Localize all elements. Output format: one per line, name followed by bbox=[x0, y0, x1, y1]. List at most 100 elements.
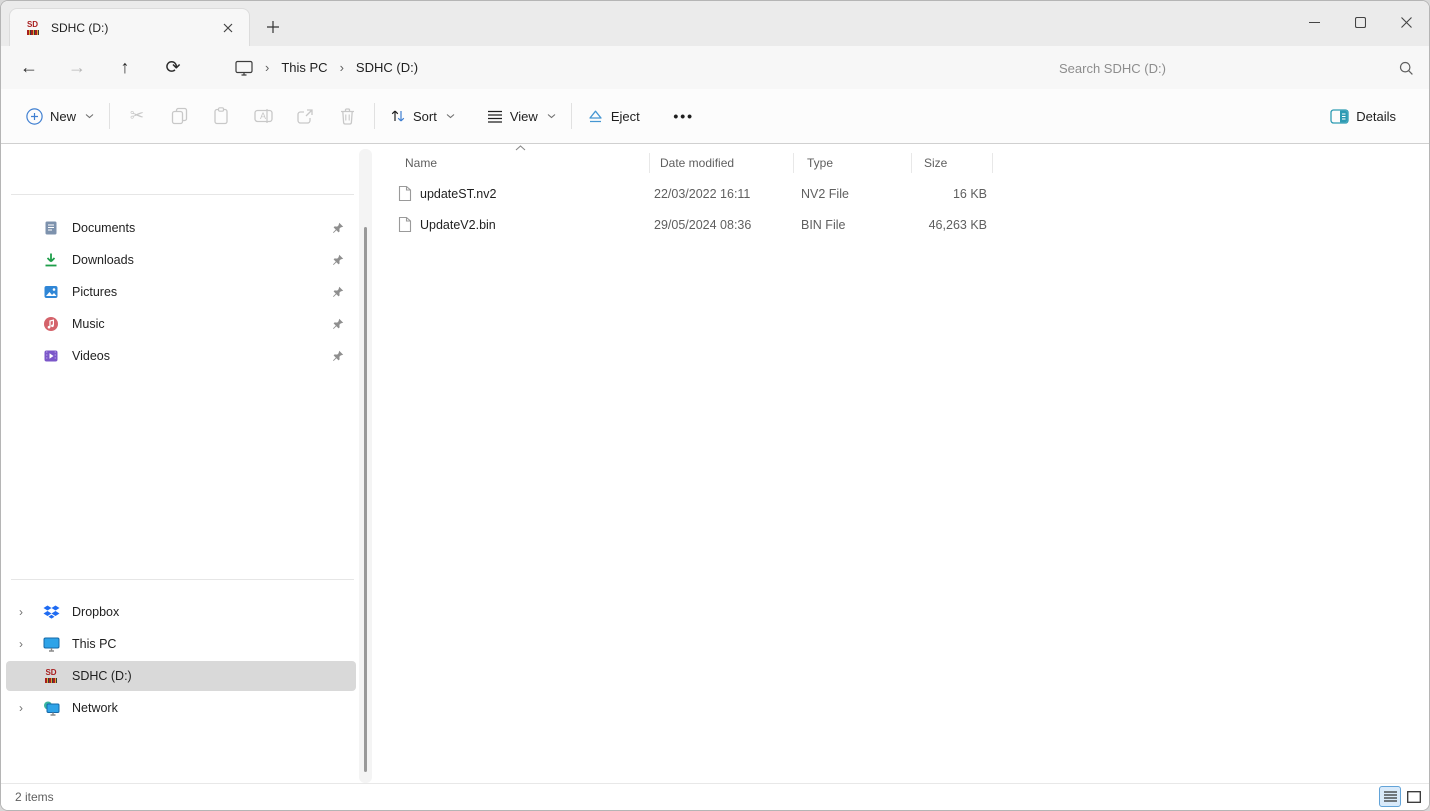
sidebar-item-label: This PC bbox=[72, 637, 356, 651]
pin-icon bbox=[332, 350, 344, 362]
sort-arrows-icon bbox=[390, 108, 406, 124]
breadcrumb-current[interactable]: SDHC (D:) bbox=[348, 56, 426, 79]
file-list-pane: Name Date modified Type Size updateST.nv… bbox=[381, 145, 1429, 783]
file-icon bbox=[398, 216, 412, 233]
sidebar-item-label: Network bbox=[72, 701, 356, 715]
minimize-button[interactable] bbox=[1291, 1, 1337, 43]
file-date-modified: 29/05/2024 08:36 bbox=[654, 218, 751, 232]
navigation-bar: ← → ↑ ⟳ › This PC › SDHC (D:) bbox=[1, 46, 1429, 89]
maximize-button[interactable] bbox=[1337, 1, 1383, 43]
sidebar-item-documents[interactable]: Documents bbox=[6, 213, 356, 243]
this-pc-icon[interactable] bbox=[227, 56, 261, 80]
tab-sdhc[interactable]: SD SDHC (D:) bbox=[9, 8, 250, 46]
sidebar-item-this-pc[interactable]: › This PC bbox=[6, 629, 356, 659]
sidebar-item-videos[interactable]: Videos bbox=[6, 341, 356, 371]
music-icon bbox=[36, 316, 66, 332]
share-button[interactable] bbox=[284, 98, 326, 134]
sidebar-item-dropbox[interactable]: › Dropbox bbox=[6, 597, 356, 627]
eject-icon bbox=[587, 109, 604, 124]
eject-button[interactable]: Eject bbox=[578, 98, 649, 134]
chevron-down-icon bbox=[85, 113, 94, 119]
sidebar-item-network[interactable]: › Network bbox=[6, 693, 356, 723]
pin-icon bbox=[332, 222, 344, 234]
breadcrumb-chevron-icon[interactable]: › bbox=[336, 60, 348, 75]
sidebar-item-pictures[interactable]: Pictures bbox=[6, 277, 356, 307]
copy-button[interactable] bbox=[158, 98, 200, 134]
command-bar: New ✂ A Sort View Eject ••• Details bbox=[1, 89, 1429, 144]
pin-icon bbox=[332, 318, 344, 330]
column-header-name[interactable]: Name bbox=[399, 149, 649, 177]
back-button[interactable]: ← bbox=[11, 51, 47, 85]
window-controls bbox=[1291, 1, 1429, 43]
documents-icon bbox=[36, 220, 66, 236]
this-pc-icon bbox=[36, 637, 66, 652]
sidebar-scrollbar-thumb[interactable] bbox=[364, 227, 367, 772]
view-button[interactable]: View bbox=[478, 98, 565, 134]
sidebar-item-downloads[interactable]: Downloads bbox=[6, 245, 356, 275]
refresh-button[interactable]: ⟳ bbox=[155, 51, 191, 85]
new-tab-button[interactable] bbox=[261, 15, 285, 39]
toolbar-divider bbox=[571, 103, 572, 129]
details-pane-label: Details bbox=[1356, 109, 1396, 124]
paste-button[interactable] bbox=[200, 98, 242, 134]
forward-button[interactable]: → bbox=[59, 51, 95, 85]
see-more-button[interactable]: ••• bbox=[663, 98, 705, 134]
column-divider[interactable] bbox=[992, 153, 993, 173]
tab-title: SDHC (D:) bbox=[51, 21, 217, 35]
sidebar-item-label: SDHC (D:) bbox=[72, 669, 356, 683]
share-icon bbox=[296, 108, 314, 125]
column-divider[interactable] bbox=[793, 153, 794, 173]
details-pane-icon bbox=[1330, 109, 1349, 124]
rename-button[interactable]: A bbox=[242, 98, 284, 134]
sidebar-item-label: Dropbox bbox=[72, 605, 356, 619]
up-button[interactable]: ↑ bbox=[107, 51, 143, 85]
sidebar-item-sdhc[interactable]: SD SDHC (D:) bbox=[6, 661, 356, 691]
eject-button-label: Eject bbox=[611, 109, 640, 124]
close-button[interactable] bbox=[1383, 1, 1429, 43]
search-input[interactable] bbox=[1059, 61, 1399, 76]
pin-icon bbox=[332, 286, 344, 298]
details-pane-button[interactable]: Details bbox=[1321, 98, 1405, 134]
cut-button[interactable]: ✂ bbox=[116, 98, 158, 134]
search-icon[interactable] bbox=[1399, 61, 1414, 76]
file-type: NV2 File bbox=[801, 187, 849, 201]
sd-card-icon: SD bbox=[24, 19, 41, 36]
column-divider[interactable] bbox=[911, 153, 912, 173]
dropbox-icon bbox=[36, 605, 66, 620]
expand-chevron-icon[interactable]: › bbox=[6, 701, 36, 715]
column-header-type[interactable]: Type bbox=[801, 149, 906, 177]
file-name: UpdateV2.bin bbox=[420, 218, 496, 232]
rename-icon: A bbox=[254, 108, 273, 124]
details-view-button[interactable] bbox=[1379, 786, 1401, 807]
breadcrumb-chevron-icon[interactable]: › bbox=[261, 60, 273, 75]
file-size: 16 KB bbox=[859, 187, 987, 201]
file-row[interactable]: UpdateV2.bin 29/05/2024 08:36 BIN File 4… bbox=[389, 209, 1413, 240]
sidebar-scrollbar[interactable] bbox=[359, 149, 372, 783]
view-button-label: View bbox=[510, 109, 538, 124]
thumbnails-view-button[interactable] bbox=[1403, 786, 1425, 807]
file-row[interactable]: updateST.nv2 22/03/2022 16:11 NV2 File 1… bbox=[389, 178, 1413, 209]
sidebar-item-label: Videos bbox=[72, 349, 332, 363]
scissors-icon: ✂ bbox=[130, 106, 144, 126]
item-count: 2 items bbox=[15, 790, 54, 804]
view-toggles bbox=[1379, 786, 1425, 807]
column-divider[interactable] bbox=[649, 153, 650, 173]
ellipsis-icon: ••• bbox=[673, 108, 694, 124]
search-box[interactable] bbox=[1059, 52, 1414, 84]
status-bar: 2 items bbox=[1, 783, 1429, 810]
chevron-down-icon bbox=[547, 113, 556, 119]
expand-chevron-icon[interactable]: › bbox=[6, 637, 36, 651]
sort-button[interactable]: Sort bbox=[381, 98, 464, 134]
copy-icon bbox=[171, 107, 188, 125]
tab-close-icon[interactable] bbox=[217, 17, 239, 39]
sidebar-item-label: Downloads bbox=[72, 253, 332, 267]
new-button[interactable]: New bbox=[17, 98, 103, 134]
delete-button[interactable] bbox=[326, 98, 368, 134]
column-header-date-modified[interactable]: Date modified bbox=[654, 149, 788, 177]
column-header-size[interactable]: Size bbox=[918, 149, 988, 177]
sidebar-item-music[interactable]: Music bbox=[6, 309, 356, 339]
expand-chevron-icon[interactable]: › bbox=[6, 605, 36, 619]
pin-icon bbox=[332, 254, 344, 266]
file-size: 46,263 KB bbox=[859, 218, 987, 232]
breadcrumb-this-pc[interactable]: This PC bbox=[273, 56, 335, 79]
